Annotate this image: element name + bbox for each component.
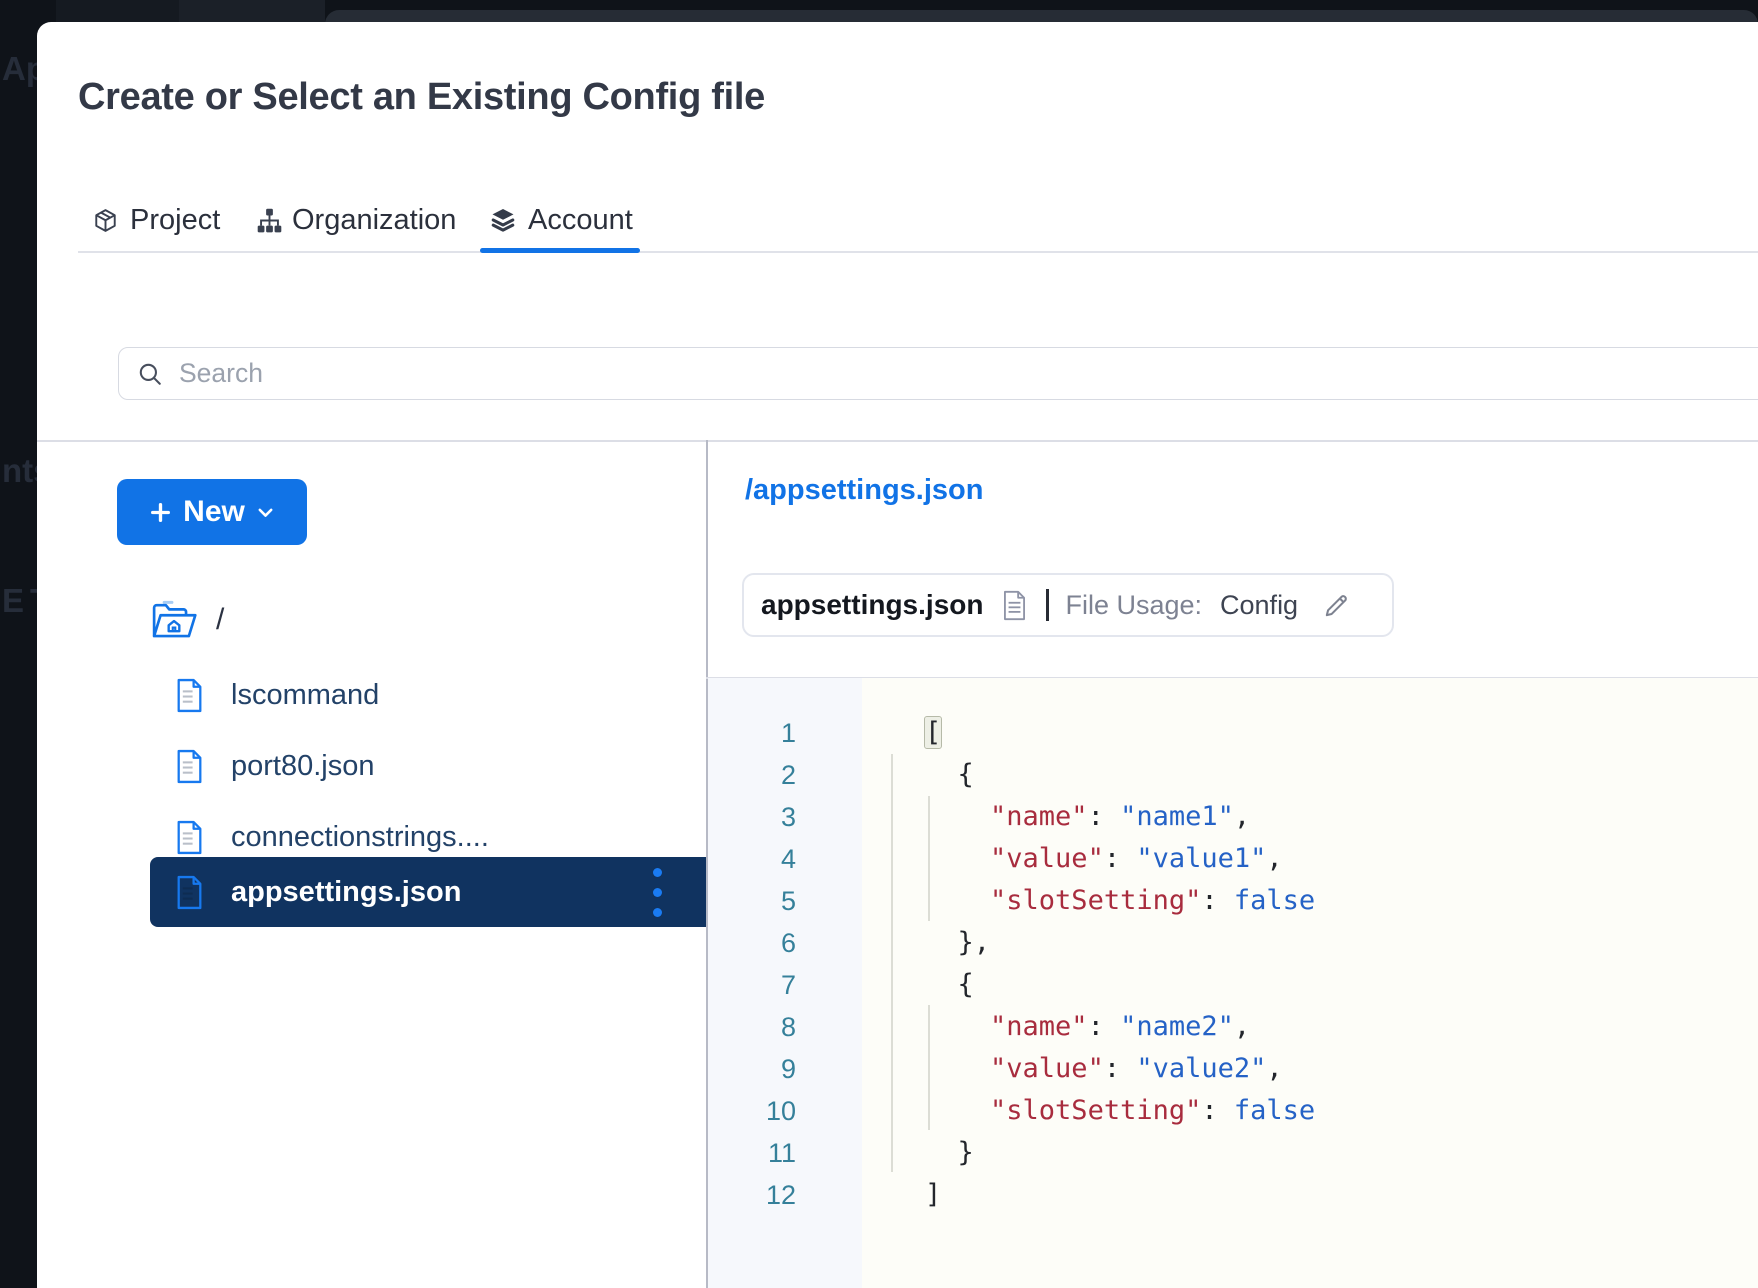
line-number: 2 xyxy=(708,754,796,796)
search-box xyxy=(118,347,1758,400)
panes-top-border xyxy=(37,440,1758,442)
code-line: ] xyxy=(925,1174,1758,1216)
file-path-title: /appsettings.json xyxy=(745,474,983,507)
file-usage-value: Config xyxy=(1220,590,1298,621)
file-name: connectionstrings.... xyxy=(231,821,489,854)
layers-icon xyxy=(489,206,517,234)
tree-root-folder[interactable]: / xyxy=(150,598,224,642)
file-row[interactable]: port80.json xyxy=(150,744,706,788)
tab-account[interactable]: Account xyxy=(489,200,633,240)
file-row[interactable]: appsettings.json xyxy=(150,857,706,927)
chip-divider xyxy=(1046,589,1049,621)
line-number: 6 xyxy=(708,922,796,964)
config-file-modal: Create or Select an Existing Config file… xyxy=(37,22,1758,1288)
tab-organization-label: Organization xyxy=(292,204,456,237)
document-icon xyxy=(175,749,204,784)
indent-guide xyxy=(928,796,930,921)
new-button-label: New xyxy=(183,495,245,529)
code-line: "name": "name2", xyxy=(925,1006,1758,1048)
line-number: 4 xyxy=(708,838,796,880)
chevron-down-icon xyxy=(255,502,276,523)
code-line: "name": "name1", xyxy=(925,796,1758,838)
tab-account-label: Account xyxy=(528,204,633,237)
new-button[interactable]: New xyxy=(117,479,307,545)
tab-project[interactable]: Project xyxy=(92,200,220,240)
indent-guide xyxy=(928,1005,930,1130)
line-number: 7 xyxy=(708,964,796,1006)
cube-icon xyxy=(92,207,119,234)
search-icon xyxy=(137,361,163,387)
document-icon xyxy=(1001,590,1028,621)
active-tab-underline xyxy=(480,248,640,253)
root-folder-label: / xyxy=(216,603,224,637)
indent-guide xyxy=(891,754,893,1172)
code-line: [ xyxy=(925,712,1758,754)
document-icon xyxy=(175,678,204,713)
document-icon xyxy=(175,820,204,855)
search-input[interactable] xyxy=(177,357,1758,390)
home-folder-icon xyxy=(150,599,198,641)
code-line: "slotSetting": false xyxy=(925,880,1758,922)
file-name: lscommand xyxy=(231,679,379,712)
line-number: 9 xyxy=(708,1048,796,1090)
plus-icon xyxy=(148,500,173,525)
background-left-rail: Api nts ET xyxy=(0,22,37,1288)
line-number: 1 xyxy=(708,712,796,754)
line-number: 11 xyxy=(708,1132,796,1174)
tabs-bottom-border xyxy=(78,251,1758,253)
tab-organization[interactable]: Organization xyxy=(256,200,456,240)
code-line: "value": "value2", xyxy=(925,1048,1758,1090)
line-number: 3 xyxy=(708,796,796,838)
modal-title: Create or Select an Existing Config file xyxy=(78,76,765,119)
chip-file-name: appsettings.json xyxy=(761,589,983,621)
tab-project-label: Project xyxy=(130,204,220,237)
code-content: [ { "name": "name1", "value": "value1", … xyxy=(862,678,1758,1216)
document-icon xyxy=(175,875,204,910)
code-line: { xyxy=(925,964,1758,1006)
edit-pencil-icon[interactable] xyxy=(1322,591,1351,620)
file-usage-label: File Usage: xyxy=(1065,590,1202,621)
background-text-remnant: ET xyxy=(2,582,37,620)
line-number: 8 xyxy=(708,1006,796,1048)
background-text-remnant: nts xyxy=(2,452,37,490)
file-name: appsettings.json xyxy=(231,876,461,909)
file-name: port80.json xyxy=(231,750,375,783)
line-number: 12 xyxy=(708,1174,796,1216)
file-row[interactable]: connectionstrings.... xyxy=(150,815,706,859)
backdrop-strip xyxy=(56,0,179,22)
code-line: "slotSetting": false xyxy=(925,1090,1758,1132)
screen: Api nts ET Create or Select an Existing Co… xyxy=(0,0,1758,1288)
code-line: }, xyxy=(925,922,1758,964)
line-number: 5 xyxy=(708,880,796,922)
kebab-menu-icon[interactable] xyxy=(642,857,672,927)
code-line: { xyxy=(925,754,1758,796)
code-gutter: 123456789101112 xyxy=(708,678,862,1288)
file-row[interactable]: lscommand xyxy=(150,673,706,717)
file-usage-chip: appsettings.json File Usage: Config xyxy=(742,573,1394,637)
code-line: } xyxy=(925,1132,1758,1174)
code-editor[interactable]: [ { "name": "name1", "value": "value1", … xyxy=(862,678,1758,1288)
line-number: 10 xyxy=(708,1090,796,1132)
sitemap-icon xyxy=(256,207,283,234)
code-line: "value": "value1", xyxy=(925,838,1758,880)
background-text-remnant: Api xyxy=(2,50,37,88)
backdrop-strip xyxy=(179,0,325,22)
